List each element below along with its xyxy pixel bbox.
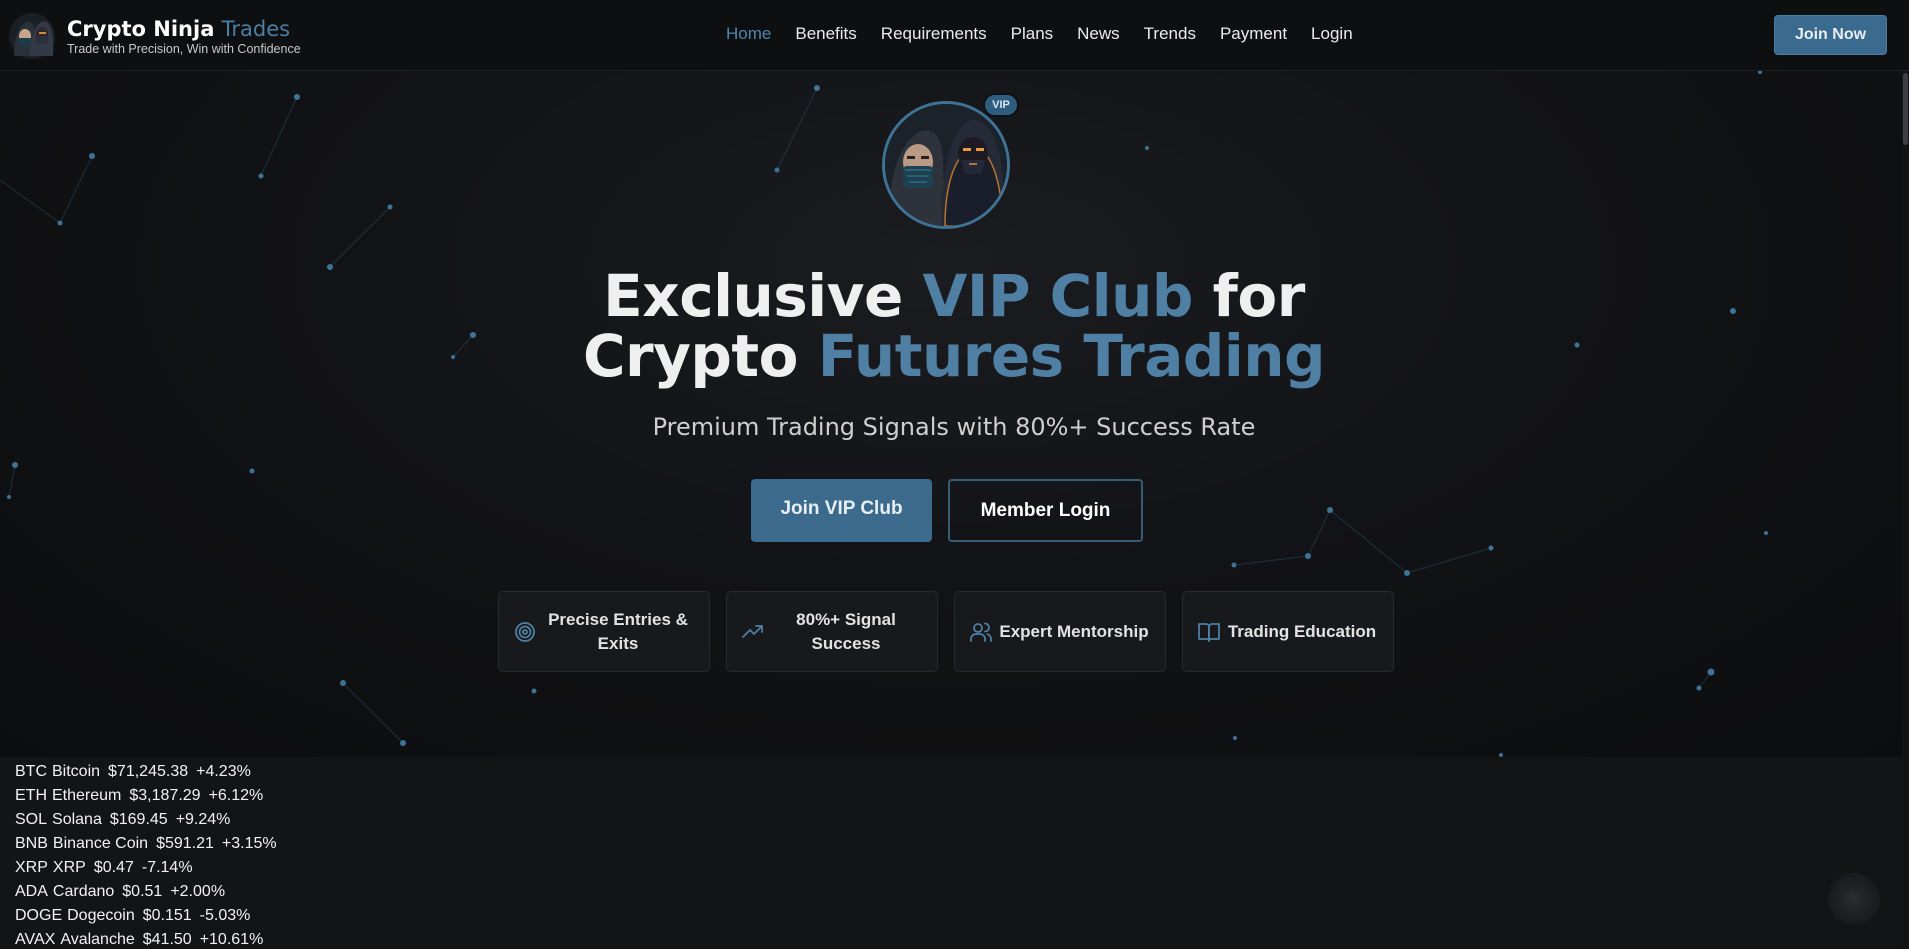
hero-subtitle: Premium Trading Signals with 80%+ Succes… — [652, 413, 1256, 441]
hero-title-part1: Exclusive — [603, 262, 923, 330]
ticker-symbol: XRP — [15, 859, 48, 876]
ticker-coin-name: Solana — [52, 811, 102, 828]
feature-card: Expert Mentorship — [954, 591, 1166, 672]
brand-logo-link[interactable]: Crypto Ninja Trades Trade with Precision… — [8, 12, 301, 60]
ticker-price: $591.21 — [156, 835, 214, 852]
ticker-price: $0.51 — [122, 883, 163, 900]
ticker-item: ADA Cardano $0.51 +2.00% — [15, 880, 285, 904]
ticker-symbol: SOL — [15, 811, 48, 828]
feature-card: Trading Education — [1182, 591, 1394, 672]
feature-label: 80%+ Signal Success — [796, 609, 896, 653]
feature-card: 80%+ Signal Success — [726, 591, 938, 672]
ticker-symbol: AVAX — [15, 931, 56, 948]
hero-title-part3: Crypto — [582, 322, 818, 390]
ticker-change: +6.12% — [208, 787, 264, 804]
vip-badge: VIP — [983, 93, 1019, 117]
ticker-symbol: ADA — [15, 883, 48, 900]
ticker-change: +4.23% — [196, 763, 251, 780]
hero-title: Exclusive VIP Club for Crypto Futures Tr… — [454, 266, 1454, 386]
ticker-price: $0.47 — [93, 859, 134, 876]
ticker-change: +3.15% — [221, 835, 277, 852]
scrollbar-thumb[interactable] — [1903, 73, 1908, 145]
brand-name: Crypto Ninja — [67, 17, 215, 41]
feature-label: Precise Entries & Exits — [548, 609, 688, 653]
book-open-icon — [1198, 622, 1220, 642]
nav-benefits[interactable]: Benefits — [795, 24, 856, 44]
ticker-price: $71,245.38 — [108, 763, 189, 780]
hero-title-part2: for — [1192, 262, 1306, 330]
ticker-price: $41.50 — [142, 931, 192, 948]
ticker-coin-name: Cardano — [52, 883, 115, 900]
users-icon — [970, 622, 992, 642]
page-scrollbar[interactable] — [1902, 71, 1909, 949]
nav-login[interactable]: Login — [1311, 24, 1353, 44]
member-login-button[interactable]: Member Login — [948, 479, 1143, 542]
nav-news[interactable]: News — [1077, 24, 1120, 44]
nav-home[interactable]: Home — [726, 24, 771, 44]
ticker-list: BTC Bitcoin $71,245.38 +4.23% ETH Ethereum $3… — [15, 760, 285, 949]
ticker-coin-name: Avalanche — [60, 931, 135, 948]
ticker-change: +9.24% — [175, 811, 231, 828]
ticker-item: DOGE Dogecoin $0.151 -5.03% — [15, 904, 285, 928]
ticker-change: -7.14% — [141, 859, 193, 876]
ticker-coin-name: Ethereum — [52, 787, 122, 804]
ticker-price: $169.45 — [109, 811, 168, 828]
nav-plans[interactable]: Plans — [1011, 24, 1054, 44]
ninja-logo-icon — [8, 12, 56, 60]
brand-title: Crypto Ninja Trades — [67, 16, 301, 42]
feature-label: Trading Education — [1227, 621, 1377, 641]
feature-card: Precise Entries & Exits — [498, 591, 710, 672]
site-header: Crypto Ninja Trades Trade with Precision… — [0, 0, 1909, 71]
feature-cards: Precise Entries & Exits 80%+ Signal Succ… — [498, 591, 1410, 672]
nav-requirements[interactable]: Requirements — [881, 24, 987, 44]
brand-text: Crypto Ninja Trades Trade with Precision… — [67, 16, 301, 56]
ticker-symbol: BNB — [15, 835, 48, 852]
join-now-button[interactable]: Join Now — [1774, 15, 1887, 55]
ticker-change: +10.61% — [199, 931, 264, 948]
ticker-symbol: DOGE — [15, 907, 63, 924]
trending-up-icon — [742, 624, 763, 638]
ticker-price: $0.151 — [142, 907, 192, 924]
nav-trends[interactable]: Trends — [1144, 24, 1196, 44]
ticker-item: BTC Bitcoin $71,245.38 +4.23% — [15, 760, 285, 784]
hero-title-accent2: Futures Trading — [817, 322, 1326, 390]
ninja-avatar-image — [882, 101, 1010, 229]
ticker-item: BNB Binance Coin $591.21 +3.15% — [15, 832, 285, 856]
ticker-change: +2.00% — [170, 883, 226, 900]
ticker-coin-name: Dogecoin — [67, 907, 135, 924]
ticker-symbol: ETH — [15, 787, 47, 804]
nav-payment[interactable]: Payment — [1220, 24, 1287, 44]
brand-tagline: Trade with Precision, Win with Confidenc… — [67, 42, 301, 56]
ticker-price: $3,187.29 — [129, 787, 201, 804]
chat-widget-button[interactable] — [1828, 873, 1880, 925]
brand-accent: Trades — [221, 17, 291, 41]
hero-title-accent1: VIP Club — [922, 262, 1194, 330]
ticker-item: SOL Solana $169.45 +9.24% — [15, 808, 285, 832]
ticker-coin-name: Bitcoin — [52, 763, 101, 780]
main-nav: Home Benefits Requirements Plans News Tr… — [726, 24, 1377, 44]
ticker-coin-name: Binance Coin — [52, 835, 149, 852]
ticker-item: XRP XRP $0.47 -7.14% — [15, 856, 285, 880]
feature-label: Expert Mentorship — [999, 621, 1149, 641]
join-vip-club-button[interactable]: Join VIP Club — [751, 479, 932, 542]
ticker-coin-name: XRP — [52, 859, 86, 876]
vip-avatar: VIP — [882, 93, 1019, 229]
ticker-item: AVAX Avalanche $41.50 +10.61% — [15, 928, 285, 949]
crypto-ticker — [0, 757, 1902, 949]
ticker-symbol: BTC — [15, 763, 47, 780]
ticker-change: -5.03% — [199, 907, 251, 924]
ticker-item: ETH Ethereum $3,187.29 +6.12% — [15, 784, 285, 808]
target-icon — [515, 621, 535, 642]
